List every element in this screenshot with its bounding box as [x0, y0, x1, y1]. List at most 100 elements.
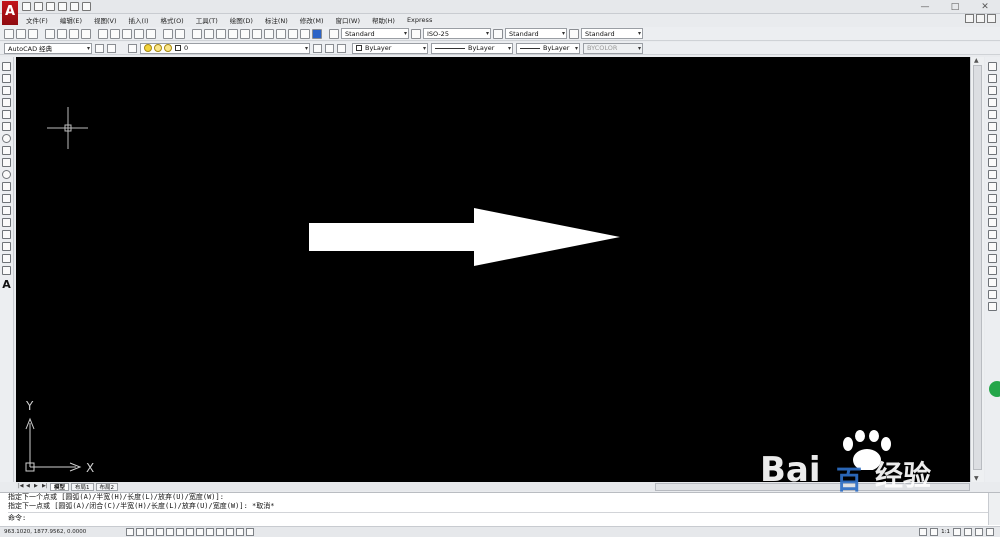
properties-palette-icon[interactable] [988, 290, 997, 299]
dim-style-select[interactable]: ISO-25 ▾ [423, 28, 491, 39]
prev-tab-icon[interactable]: ◀ [26, 483, 32, 490]
zoom-window-icon[interactable] [216, 28, 226, 39]
menu-help[interactable]: 帮助(H) [366, 15, 401, 25]
selection-cycling-icon[interactable] [246, 528, 254, 536]
workspace-settings-icon[interactable] [95, 43, 104, 53]
insert-block-icon[interactable] [2, 194, 11, 203]
command-input[interactable] [30, 514, 631, 522]
break-at-point-icon[interactable] [988, 194, 997, 203]
line-icon[interactable] [2, 62, 11, 71]
draworder-icon[interactable] [988, 278, 997, 287]
vertical-scrollbar[interactable]: ▲ ▼ [970, 57, 984, 482]
open-file-icon[interactable] [34, 2, 43, 11]
next-tab-icon[interactable]: ▶ [34, 483, 40, 490]
circle-icon[interactable] [2, 134, 11, 143]
table-style-select[interactable]: Standard ▾ [505, 28, 567, 39]
multileader-style-select[interactable]: Standard ▾ [581, 28, 643, 39]
transparency-icon[interactable] [226, 528, 234, 536]
tab-model[interactable]: 模型 [50, 482, 70, 491]
layer-properties-icon[interactable] [128, 43, 137, 53]
close-button[interactable]: ✕ [970, 0, 1000, 14]
arc-icon[interactable] [2, 122, 11, 131]
workspace-select[interactable]: AutoCAD 经典 ▾ [4, 42, 92, 54]
publish-icon[interactable] [69, 28, 79, 39]
scroll-down-icon[interactable]: ▼ [974, 475, 979, 482]
linetype-control-select[interactable]: ByLayer ▾ [431, 42, 513, 54]
copy-object-icon[interactable] [988, 74, 997, 83]
menu-draw[interactable]: 绘图(D) [224, 15, 259, 25]
revision-cloud-icon[interactable] [2, 146, 11, 155]
blend-icon[interactable] [988, 254, 997, 263]
paste-icon[interactable] [122, 28, 132, 39]
command-scrollbar[interactable] [988, 493, 1000, 525]
explode-icon[interactable] [988, 266, 997, 275]
make-layer-current-icon[interactable] [313, 43, 322, 53]
lineweight-toggle-icon[interactable] [216, 528, 224, 536]
menu-file[interactable]: 文件(F) [20, 15, 54, 25]
mirror-icon[interactable] [988, 86, 997, 95]
rotate-icon[interactable] [988, 134, 997, 143]
last-tab-icon[interactable]: ▶| [42, 483, 48, 490]
ortho-mode-icon[interactable] [146, 528, 154, 536]
open-icon[interactable] [16, 28, 26, 39]
menu-format[interactable]: 格式(O) [155, 15, 190, 25]
lineweight-control-select[interactable]: ByLayer ▾ [516, 42, 580, 54]
offset-icon[interactable] [988, 98, 997, 107]
menu-express[interactable]: Express [401, 16, 438, 24]
doc-close-icon[interactable] [987, 14, 996, 23]
tab-layout1[interactable]: 布局1 [71, 482, 94, 491]
help-icon[interactable] [312, 28, 322, 39]
clean-screen-icon[interactable] [986, 528, 994, 536]
minimize-button[interactable]: — [910, 0, 940, 14]
table-icon[interactable] [2, 266, 11, 275]
toolbar-lock-icon[interactable] [975, 528, 983, 536]
first-tab-icon[interactable]: |◀ [18, 483, 24, 490]
print-icon[interactable] [58, 2, 67, 11]
extend-icon[interactable] [988, 182, 997, 191]
quick-properties-icon[interactable] [236, 528, 244, 536]
polar-tracking-icon[interactable] [156, 528, 164, 536]
make-block-icon[interactable] [2, 206, 11, 215]
move-icon[interactable] [988, 122, 997, 131]
qnew-icon[interactable] [4, 28, 14, 39]
layer-tools-icon[interactable] [988, 302, 997, 311]
annotation-scale-value[interactable]: 1:1 [941, 529, 950, 535]
network-speed-badge[interactable] [989, 381, 1000, 397]
join-icon[interactable] [988, 218, 997, 227]
zoom-previous-icon[interactable] [228, 28, 238, 39]
tab-layout2[interactable]: 布局2 [95, 482, 119, 491]
redo-icon[interactable] [82, 2, 91, 11]
trim-icon[interactable] [988, 170, 997, 179]
menu-window[interactable]: 窗口(W) [329, 15, 366, 25]
horizontal-scrollbar[interactable] [655, 483, 970, 491]
design-center-icon[interactable] [252, 28, 262, 39]
doc-minimize-icon[interactable] [965, 14, 974, 23]
maximize-button[interactable]: □ [940, 0, 970, 14]
scroll-up-icon[interactable]: ▲ [974, 57, 979, 64]
layer-select[interactable]: 0 ▾ [140, 42, 310, 54]
snap-mode-icon[interactable] [126, 528, 134, 536]
polygon-icon[interactable] [2, 98, 11, 107]
menu-modify[interactable]: 修改(M) [294, 15, 330, 25]
application-menu-button[interactable]: A [2, 1, 18, 25]
3d-dwf-icon[interactable] [81, 28, 91, 39]
undo-icon[interactable] [163, 28, 173, 39]
menu-insert[interactable]: 插入(I) [123, 15, 155, 25]
scroll-thumb[interactable] [973, 65, 982, 470]
properties-icon[interactable] [240, 28, 250, 39]
quick-view-layouts-icon[interactable] [930, 528, 939, 536]
menu-tools[interactable]: 工具(T) [190, 15, 224, 25]
multiline-text-icon[interactable]: A [2, 278, 11, 291]
save-icon[interactable] [46, 2, 55, 11]
chamfer-icon[interactable] [988, 230, 997, 239]
ellipse-icon[interactable] [2, 170, 11, 179]
3d-object-snap-icon[interactable] [176, 528, 184, 536]
copy-icon[interactable] [110, 28, 120, 39]
construction-line-icon[interactable] [2, 74, 11, 83]
spline-icon[interactable] [2, 158, 11, 167]
match-properties-icon[interactable] [134, 28, 144, 39]
block-editor-icon[interactable] [146, 28, 156, 39]
plot-icon[interactable] [45, 28, 55, 39]
array-icon[interactable] [988, 110, 997, 119]
annotation-visibility-icon[interactable] [953, 528, 961, 536]
